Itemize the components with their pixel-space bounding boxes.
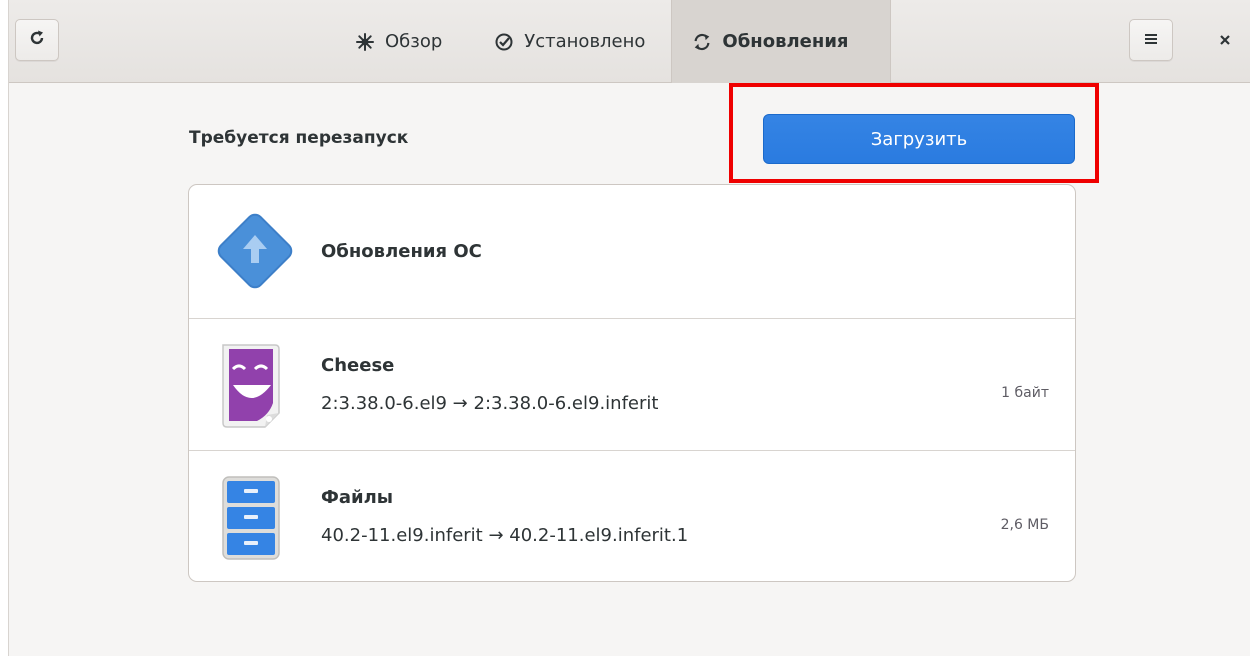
updates-list: Обновления ОС Cheese 2:3.38.0-6.el9 → 2:… bbox=[188, 184, 1076, 582]
list-item-os-updates[interactable]: Обновления ОС bbox=[189, 185, 1075, 319]
refresh-icon bbox=[28, 29, 46, 51]
refresh-button[interactable] bbox=[15, 19, 59, 61]
tab-installed-label: Установлено bbox=[524, 31, 646, 52]
tab-explore[interactable]: Обзор bbox=[329, 0, 468, 83]
tab-updates[interactable]: Обновления bbox=[671, 0, 892, 83]
header-bar: Обзор Установлено Обновления bbox=[9, 0, 1250, 83]
update-name: Cheese bbox=[321, 355, 395, 376]
tab-installed[interactable]: Установлено bbox=[468, 0, 671, 83]
tab-explore-label: Обзор bbox=[385, 31, 443, 52]
update-name: Обновления ОС bbox=[321, 241, 482, 262]
close-icon bbox=[1219, 31, 1231, 50]
explore-icon bbox=[355, 32, 375, 52]
update-size: 1 байт bbox=[1001, 385, 1049, 401]
update-size: 2,6 МБ bbox=[1000, 517, 1049, 533]
tab-updates-label: Обновления bbox=[722, 31, 849, 52]
os-update-icon bbox=[209, 205, 301, 301]
list-item-cheese[interactable]: Cheese 2:3.38.0-6.el9 → 2:3.38.0-6.el9.i… bbox=[189, 319, 1075, 451]
restart-required-heading: Требуется перезапуск bbox=[189, 128, 409, 148]
gnome-software-window: Обзор Установлено Обновления Требуется п… bbox=[8, 0, 1250, 656]
hamburger-menu-icon bbox=[1143, 31, 1159, 50]
download-button[interactable]: Загрузить bbox=[763, 114, 1075, 164]
update-version: 40.2-11.el9.inferit → 40.2-11.el9.inferi… bbox=[321, 525, 689, 546]
check-circle-icon bbox=[494, 32, 514, 52]
list-item-files[interactable]: Файлы 40.2-11.el9.inferit → 40.2-11.el9.… bbox=[189, 451, 1075, 581]
update-name: Файлы bbox=[321, 487, 394, 508]
main-menu-button[interactable] bbox=[1129, 19, 1173, 61]
view-switcher: Обзор Установлено Обновления bbox=[329, 0, 892, 83]
cheese-app-icon bbox=[219, 341, 283, 435]
update-version: 2:3.38.0-6.el9 → 2:3.38.0-6.el9.inferit bbox=[321, 393, 659, 414]
close-button[interactable] bbox=[1205, 19, 1245, 61]
files-app-icon bbox=[219, 473, 283, 567]
updates-icon bbox=[692, 32, 712, 52]
